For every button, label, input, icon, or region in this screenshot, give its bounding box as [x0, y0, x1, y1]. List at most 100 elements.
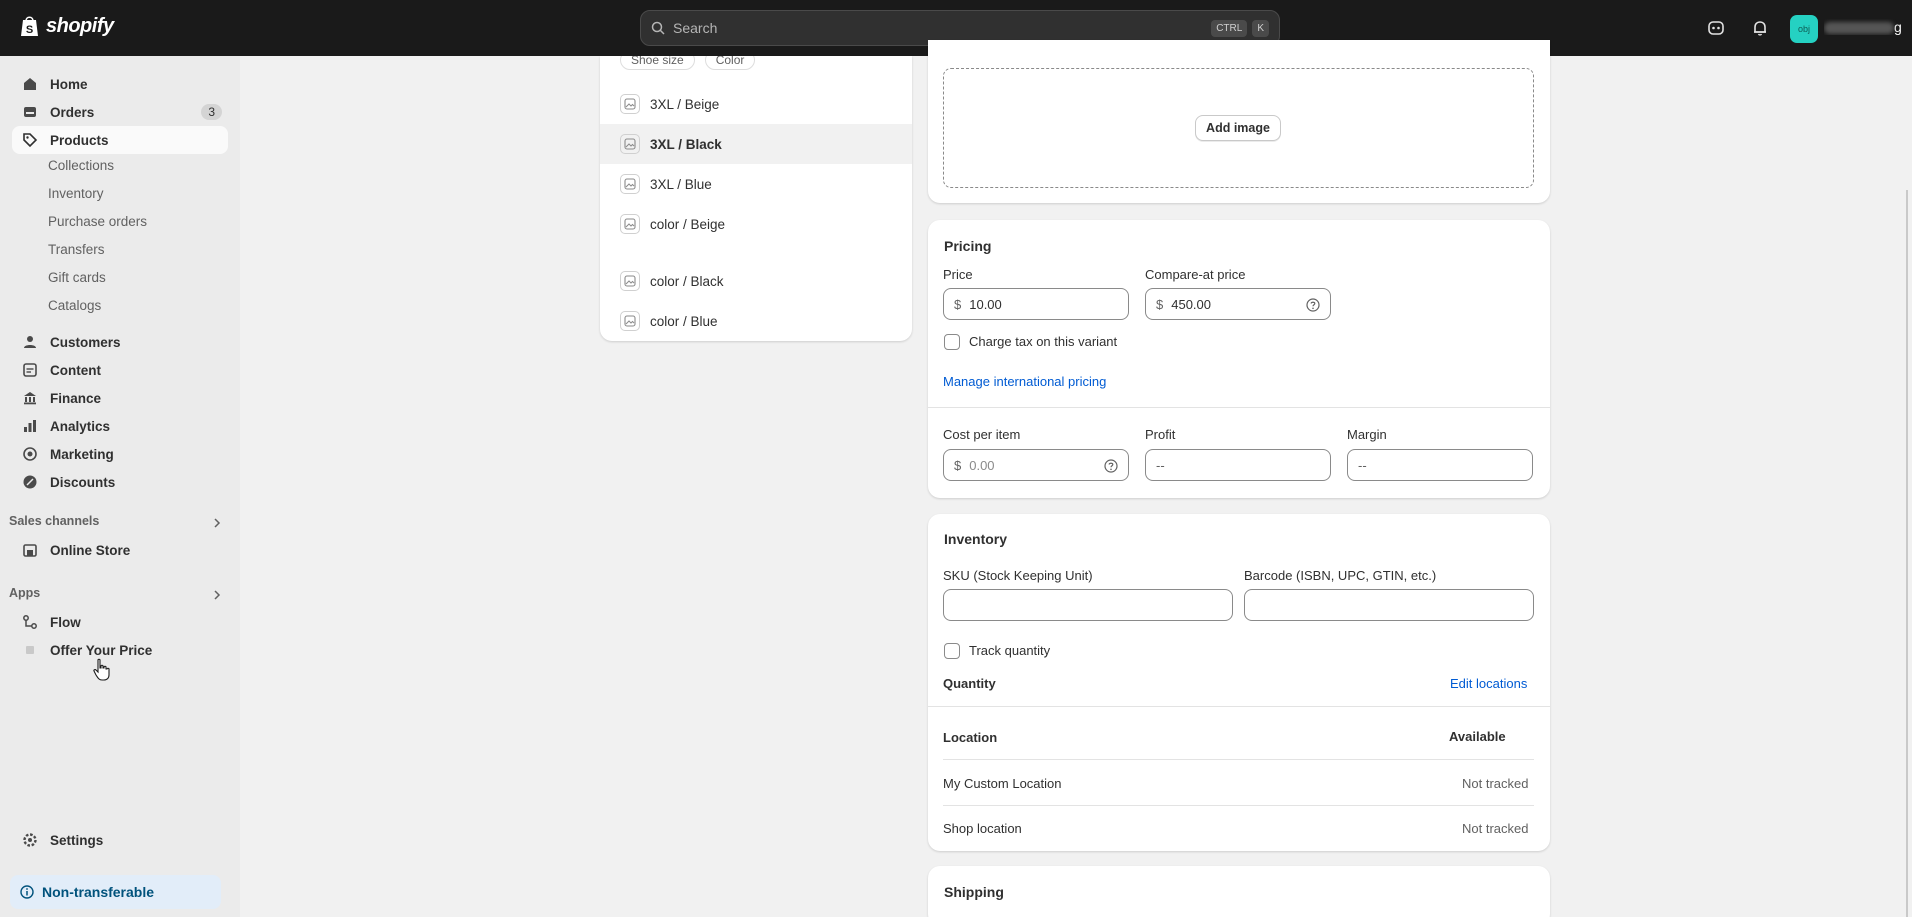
inventory-title: Inventory [944, 531, 1008, 547]
search-icon [651, 21, 665, 35]
price-label: Price [943, 267, 973, 282]
variant-row[interactable]: color / Blue [600, 301, 912, 341]
sidebar: Home Orders 3 Products Collections Inven… [0, 56, 240, 917]
svg-text:S: S [26, 24, 33, 36]
content-icon [22, 362, 38, 378]
cost-per-item-label: Cost per item [943, 427, 1021, 442]
track-quantity-label: Track quantity [969, 643, 1051, 658]
help-circle-icon[interactable] [1104, 459, 1118, 473]
track-quantity-checkbox[interactable] [944, 643, 960, 659]
sidebar-sub-gift-cards[interactable]: Gift cards [48, 270, 106, 285]
barcode-label: Barcode (ISBN, UPC, GTIN, etc.) [1244, 568, 1437, 583]
sidebar-item-settings[interactable]: Settings [12, 826, 228, 854]
store-icon [22, 542, 38, 558]
variant-filters: Shoe size Color [620, 56, 756, 70]
bell-icon[interactable] [1750, 18, 1770, 38]
discount-icon [22, 474, 38, 490]
gear-icon [22, 832, 38, 848]
shopify-logo[interactable]: S shopify [20, 14, 114, 38]
sidebar-item-online-store[interactable]: Online Store [12, 536, 228, 564]
sku-label: SKU (Stock Keeping Unit) [943, 568, 1093, 583]
non-transferable-banner[interactable]: Non-transferable [10, 875, 221, 909]
sku-input[interactable] [943, 589, 1233, 621]
sidebar-item-marketing[interactable]: Marketing [12, 440, 228, 468]
sidebar-item-finance[interactable]: Finance [12, 384, 228, 412]
bar-chart-icon [22, 418, 38, 434]
sidebar-item-analytics[interactable]: Analytics [12, 412, 228, 440]
charge-tax-checkbox[interactable] [944, 334, 960, 350]
sidebar-item-flow[interactable]: Flow [12, 608, 228, 636]
bank-icon [22, 390, 38, 406]
sidebar-sub-transfers[interactable]: Transfers [48, 242, 105, 257]
flow-icon [22, 614, 38, 630]
table-divider [943, 805, 1534, 806]
apps-label[interactable]: Apps [9, 586, 40, 600]
info-icon [20, 885, 34, 899]
store-name[interactable]: g [1824, 19, 1904, 35]
margin-field: -- [1347, 449, 1533, 481]
currency-prefix: $ [1156, 296, 1164, 312]
sidebar-sub-inventory[interactable]: Inventory [48, 186, 104, 201]
pricing-divider [928, 407, 1550, 408]
help-circle-icon[interactable] [1306, 298, 1320, 312]
currency-prefix: $ [954, 296, 962, 312]
sidebar-sub-collections[interactable]: Collections [48, 158, 114, 173]
search-placeholder: Search [673, 20, 718, 36]
variant-row-selected[interactable]: 3XL / Black [600, 124, 912, 164]
shipping-title: Shipping [944, 884, 1004, 900]
sidebar-item-products[interactable]: Products [12, 126, 228, 154]
page-scrollbar[interactable] [1906, 190, 1908, 917]
variant-list-card: Shoe size Color 3XL / Beige 3XL / Black … [600, 56, 912, 341]
variant-row[interactable]: 3XL / Blue [600, 164, 912, 204]
sidebar-item-home[interactable]: Home [12, 70, 228, 98]
compare-at-price-input[interactable]: $ 450.00 [1145, 288, 1331, 320]
location-available: Not tracked [1462, 776, 1529, 791]
charge-tax-label: Charge tax on this variant [969, 334, 1118, 349]
variant-row[interactable]: color / Beige [600, 204, 912, 244]
logo-text: shopify [46, 14, 114, 37]
edit-locations-link[interactable]: Edit locations [1450, 676, 1527, 691]
avatar[interactable]: obj [1790, 15, 1818, 43]
add-image-button[interactable]: Add image [1195, 115, 1281, 141]
home-icon [22, 76, 38, 92]
table-divider [943, 759, 1534, 760]
filter-color[interactable]: Color [704, 56, 756, 70]
variant-row[interactable]: 3XL / Beige [600, 84, 912, 124]
sidebar-item-offer-your-price[interactable]: Offer Your Price [12, 636, 228, 664]
cost-per-item-input[interactable]: $ 0.00 [943, 449, 1129, 481]
price-input[interactable]: $ 10.00 [943, 288, 1129, 320]
profit-field: -- [1145, 449, 1331, 481]
location-column-header: Location [943, 730, 998, 745]
sidebar-item-discounts[interactable]: Discounts [12, 468, 228, 496]
image-placeholder-icon [620, 271, 640, 291]
margin-label: Margin [1347, 427, 1387, 442]
location-name: Shop location [943, 821, 1022, 836]
shipping-card: Shipping [928, 866, 1550, 917]
sales-channels-label[interactable]: Sales channels [9, 514, 99, 528]
variant-row[interactable]: color / Black [600, 261, 912, 301]
quantity-divider [928, 706, 1550, 707]
sidebar-item-customers[interactable]: Customers [12, 328, 228, 356]
image-placeholder-icon [620, 311, 640, 331]
image-placeholder-icon [620, 134, 640, 154]
currency-prefix: $ [954, 457, 962, 473]
compare-at-price-label: Compare-at price [1145, 267, 1246, 282]
sidebar-item-content[interactable]: Content [12, 356, 228, 384]
location-name: My Custom Location [943, 776, 1062, 791]
manage-international-pricing-link[interactable]: Manage international pricing [943, 374, 1106, 389]
sidebar-sub-catalogs[interactable]: Catalogs [48, 298, 101, 313]
sidebar-item-orders[interactable]: Orders 3 [12, 98, 228, 126]
sidebar-sub-purchase-orders[interactable]: Purchase orders [48, 214, 147, 229]
app-icon [22, 642, 38, 658]
hand-cursor-icon [93, 658, 110, 681]
filter-shoe-size[interactable]: Shoe size [620, 56, 695, 70]
barcode-input[interactable] [1244, 589, 1534, 621]
image-placeholder-icon [620, 174, 640, 194]
target-icon [22, 446, 38, 462]
sidekick-icon[interactable] [1706, 18, 1726, 38]
image-placeholder-icon [620, 214, 640, 234]
chevron-right-icon[interactable] [212, 590, 222, 600]
chevron-right-icon[interactable] [212, 518, 222, 528]
orders-badge: 3 [201, 104, 222, 120]
available-column-header: Available [1449, 729, 1506, 744]
